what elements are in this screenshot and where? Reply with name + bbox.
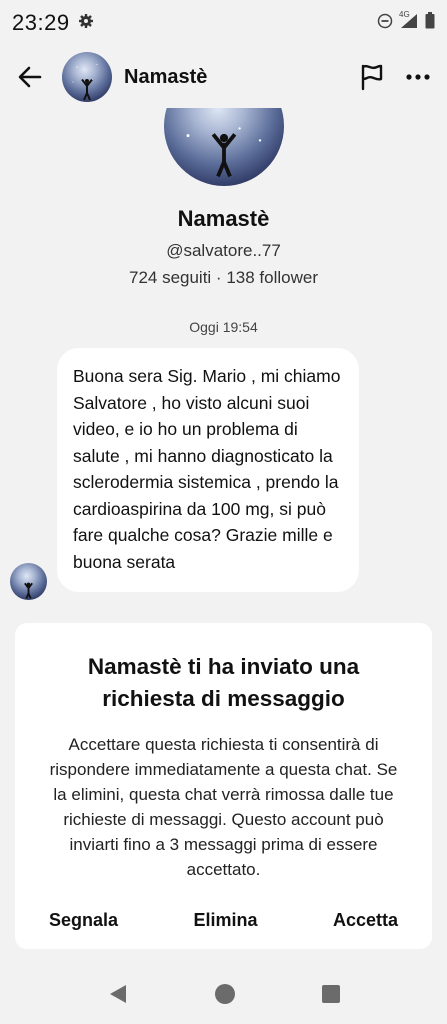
message-sender-avatar[interactable] (10, 563, 47, 600)
request-description: Accettare questa richiesta ti consentirà… (49, 735, 398, 879)
profile-section: Namastè @salvatore..77 724 seguiti · 138… (0, 108, 447, 288)
profile-stats: 724 seguiti · 138 follower (128, 268, 318, 287)
message-timestamp: Oggi 19:54 (189, 319, 258, 335)
request-actions: Segnala Elimina Accetta (15, 910, 432, 931)
gear-icon (78, 13, 94, 34)
flag-icon[interactable] (359, 63, 385, 91)
system-nav-bar (0, 964, 447, 1024)
header-title[interactable]: Namastè (124, 66, 207, 89)
moon-silhouette-icon (186, 127, 261, 178)
status-bar: 23:29 4G (0, 0, 447, 46)
profile-avatar-container (163, 108, 284, 186)
do-not-disturb-icon (377, 13, 393, 34)
request-title: Namastè ti ha inviato una richiesta di m… (87, 654, 360, 711)
profile-avatar[interactable] (163, 108, 284, 186)
profile-handle: @salvatore..77 (166, 241, 281, 260)
report-button[interactable]: Segnala (49, 910, 118, 931)
moon-silhouette-icon (24, 582, 33, 599)
moon-silhouette-icon (72, 64, 98, 101)
message-request-card: Namastè ti ha inviato una richiesta di m… (15, 623, 432, 949)
status-time: 23:29 (12, 10, 70, 35)
nav-recents-icon[interactable] (321, 984, 341, 1004)
header-avatar[interactable] (62, 52, 112, 102)
network-type-label: 4G (399, 9, 410, 19)
more-icon[interactable] (405, 73, 431, 81)
profile-name: Namastè (177, 206, 270, 231)
battery-icon (425, 12, 435, 34)
nav-home-icon[interactable] (213, 982, 237, 1006)
nav-back-icon[interactable] (107, 983, 129, 1005)
signal-icon: 4G (399, 9, 419, 34)
chat-header: Namastè (0, 46, 447, 108)
message-bubble[interactable]: Buona sera Sig. Mario , mi chiamo Salvat… (57, 348, 359, 592)
delete-button[interactable]: Elimina (193, 910, 257, 931)
back-arrow-icon[interactable] (16, 63, 44, 91)
accept-button[interactable]: Accetta (333, 910, 398, 931)
